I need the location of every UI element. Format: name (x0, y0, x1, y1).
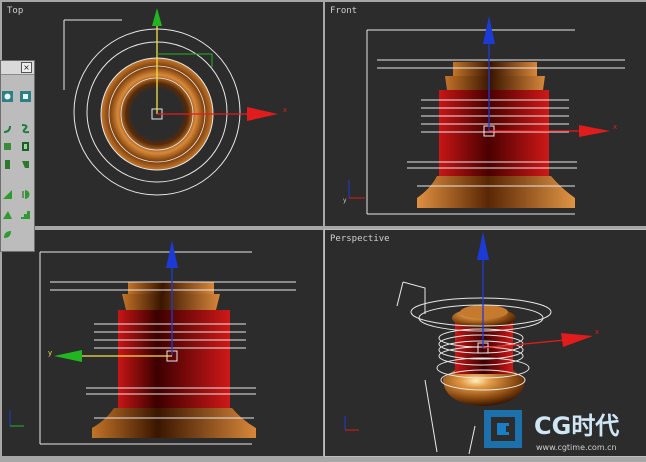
front-mini-axis-y-label: y (343, 197, 347, 204)
cg-logo-icon: CG时代 www.cgtime.com.cn (484, 410, 619, 452)
persp-bbox-edge (468, 425, 476, 455)
front-axis-x-label: x (613, 123, 617, 131)
left-red-body (118, 310, 230, 408)
curve-icon[interactable] (20, 123, 31, 134)
front-viewport[interactable]: x y Front (325, 2, 646, 226)
left-axis-y-label: y (48, 349, 52, 357)
wedge-icon[interactable] (2, 209, 13, 220)
persp-top-rim (460, 305, 508, 319)
viewport-label-top[interactable]: Top (7, 6, 23, 16)
left-neck (122, 294, 220, 310)
front-neck (445, 76, 545, 90)
persp-gizmo-x-arrow[interactable] (561, 333, 593, 347)
persp-gizmo-z-arrow[interactable] (477, 232, 489, 260)
shape-icon[interactable] (20, 159, 31, 170)
close-icon[interactable]: × (21, 62, 32, 73)
floating-tool-panel[interactable]: × (0, 60, 35, 252)
top-gizmo-y-arrow[interactable] (152, 8, 162, 26)
top-viewport[interactable]: x Top (2, 2, 323, 226)
persp-axis-x-label: x (595, 328, 599, 336)
left-gizmo-y-arrow[interactable] (54, 350, 82, 362)
stairs-icon[interactable] (20, 209, 31, 220)
front-gizmo-x-arrow[interactable] (579, 125, 610, 137)
cylinder-icon[interactable] (2, 159, 13, 170)
left-top-cap (128, 282, 214, 294)
left-viewport[interactable]: y (2, 230, 323, 456)
left-base (92, 408, 256, 438)
front-base (417, 176, 575, 208)
box-icon[interactable] (20, 141, 31, 152)
teal-sphere-icon[interactable] (2, 91, 13, 102)
hook-icon[interactable] (2, 123, 13, 134)
top-axis-x-label: x (283, 106, 287, 114)
persp-bbox-corner (402, 281, 426, 314)
front-top-cap (453, 62, 537, 76)
half-circle-icon[interactable] (20, 189, 31, 200)
viewport-label-perspective[interactable]: Perspective (330, 234, 390, 244)
leaf-icon[interactable] (2, 229, 13, 240)
top-gizmo-x-arrow[interactable] (247, 107, 278, 121)
watermark-brand: CG时代 (534, 412, 619, 440)
left-gizmo-z-arrow[interactable] (166, 240, 178, 268)
persp-bbox-edge (424, 379, 438, 453)
cube-icon[interactable] (2, 141, 13, 152)
green-triangle-icon[interactable] (2, 189, 13, 200)
top-viewport-canvas: x (63, 8, 287, 196)
persp-bbox-edge (396, 281, 404, 307)
front-viewport-canvas: x y (343, 16, 625, 215)
left-viewport-canvas: y (9, 240, 296, 445)
panel-title-bar[interactable]: × (1, 61, 34, 75)
teal-square-icon[interactable] (20, 91, 31, 102)
viewport-label-front[interactable]: Front (330, 6, 357, 16)
cg-time-watermark: CG时代 www.cgtime.com.cn (478, 402, 646, 458)
watermark-url: www.cgtime.com.cn (536, 443, 617, 452)
